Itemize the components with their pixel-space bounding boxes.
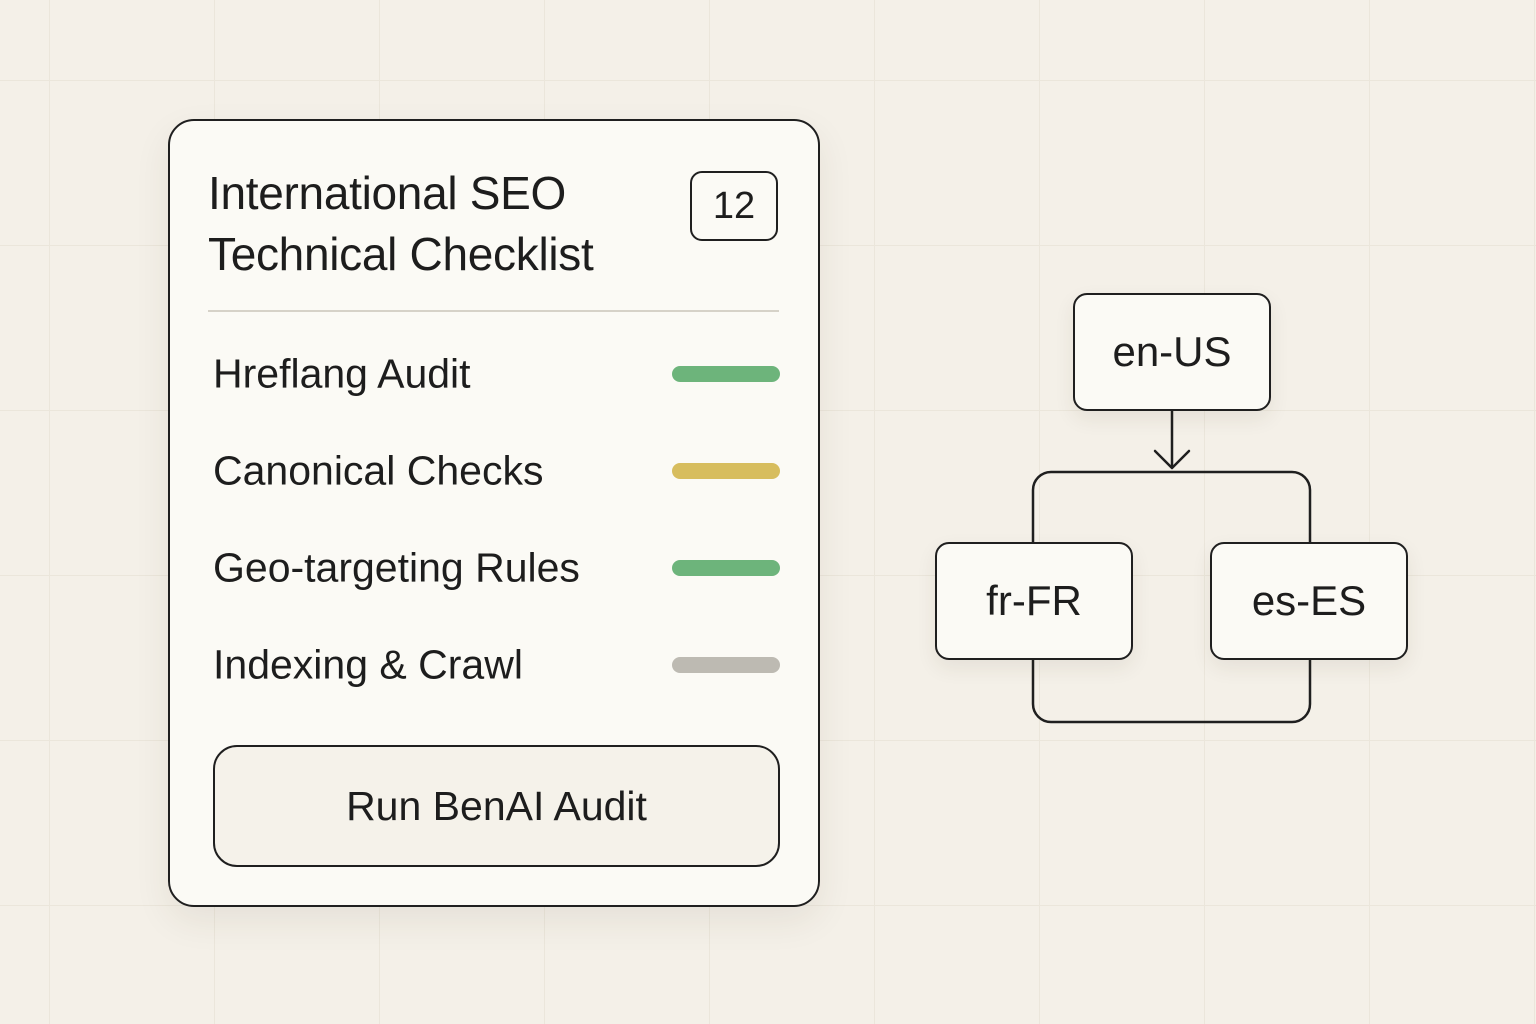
checklist-count-badge: 12 — [690, 171, 778, 241]
status-bar — [672, 657, 780, 673]
title-divider — [208, 310, 779, 312]
locale-node-fr-fr[interactable]: fr-FR — [935, 542, 1133, 660]
locale-node-root[interactable]: en-US — [1073, 293, 1271, 411]
checklist-title: International SEO Technical Checklist — [208, 167, 594, 280]
locale-node-es-es[interactable]: es-ES — [1210, 542, 1408, 660]
checklist-item-label: Geo-targeting Rules — [213, 544, 580, 591]
checklist-item-label: Hreflang Audit — [213, 350, 471, 397]
status-bar — [672, 366, 780, 382]
locale-hierarchy-diagram: en-US fr-FR es-ES — [900, 270, 1440, 750]
checklist-item-label: Indexing & Crawl — [213, 641, 523, 688]
checklist-item-geo-targeting[interactable]: Geo-targeting Rules — [213, 538, 780, 598]
status-bar — [672, 463, 780, 479]
checklist-item-indexing-crawl[interactable]: Indexing & Crawl — [213, 635, 780, 695]
checklist-item-canonical[interactable]: Canonical Checks — [213, 441, 780, 501]
run-audit-button[interactable]: Run BenAI Audit — [213, 745, 780, 867]
checklist-item-label: Canonical Checks — [213, 447, 544, 494]
status-bar — [672, 560, 780, 576]
seo-checklist-card: International SEO Technical Checklist 12… — [168, 119, 820, 907]
checklist-item-hreflang[interactable]: Hreflang Audit — [213, 344, 780, 404]
